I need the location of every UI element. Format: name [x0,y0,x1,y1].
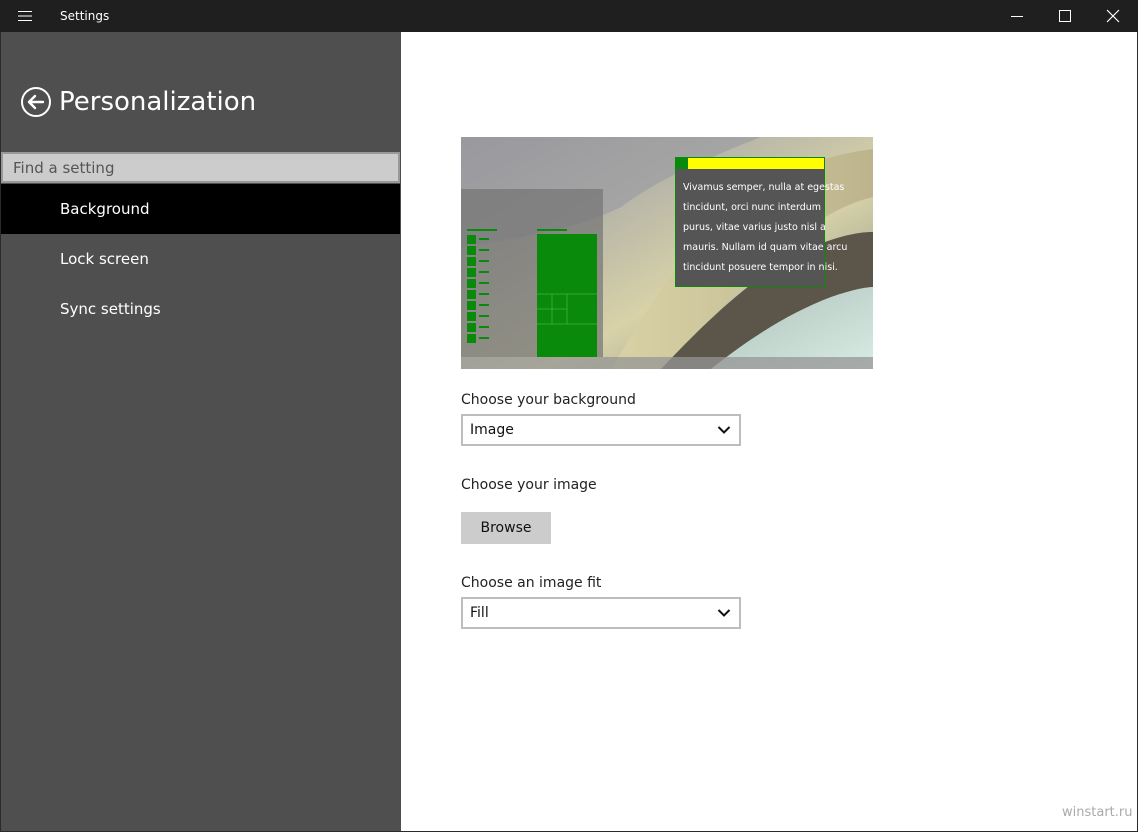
search-input[interactable] [1,152,400,183]
preview-window-titlebar [676,158,824,169]
image-label: Choose your image [461,477,597,493]
maximize-button[interactable] [1041,0,1089,32]
sidebar-item-lock-screen[interactable]: Lock screen [1,234,400,284]
minimize-icon [1011,16,1023,17]
watermark: winstart.ru [1062,805,1133,820]
background-preview: Vivamus semper, nulla at egestas tincidu… [461,137,873,369]
sidebar-item-label: Sync settings [60,300,161,318]
image-fit-dropdown-value: Fill [470,605,489,621]
preview-window: Vivamus semper, nulla at egestas tincidu… [675,157,847,287]
image-fit-label: Choose an image fit [461,575,602,591]
chevron-down-icon [717,426,731,434]
page-title: Personalization [59,87,257,117]
preview-taskbar [461,357,873,369]
close-icon [1106,9,1120,23]
preview-sample-text: Vivamus semper, nulla at egestas tincidu… [683,182,848,273]
hamburger-icon[interactable] [10,0,40,32]
maximize-icon [1059,10,1071,22]
app-title: Settings [60,9,110,23]
background-dropdown-value: Image [470,422,514,438]
image-fit-dropdown[interactable]: Fill [461,597,741,629]
sidebar-item-label: Background [60,200,150,218]
sidebar-item-label: Lock screen [60,250,149,268]
close-button[interactable] [1089,0,1137,32]
sidebar-item-background[interactable]: Background [1,184,400,234]
sidebar-item-sync-settings[interactable]: Sync settings [1,284,400,334]
back-button[interactable] [20,86,52,118]
browse-button[interactable]: Browse [461,512,551,544]
sidebar: Personalization Background Lock screen S… [1,32,401,831]
background-dropdown[interactable]: Image [461,414,741,446]
title-bar: Settings [0,0,1138,32]
chevron-down-icon [717,609,731,617]
background-label: Choose your background [461,392,636,408]
preview-tiles [467,229,597,357]
back-arrow-icon [21,87,51,117]
preview-start-menu [461,189,603,357]
minimize-button[interactable] [993,0,1041,32]
